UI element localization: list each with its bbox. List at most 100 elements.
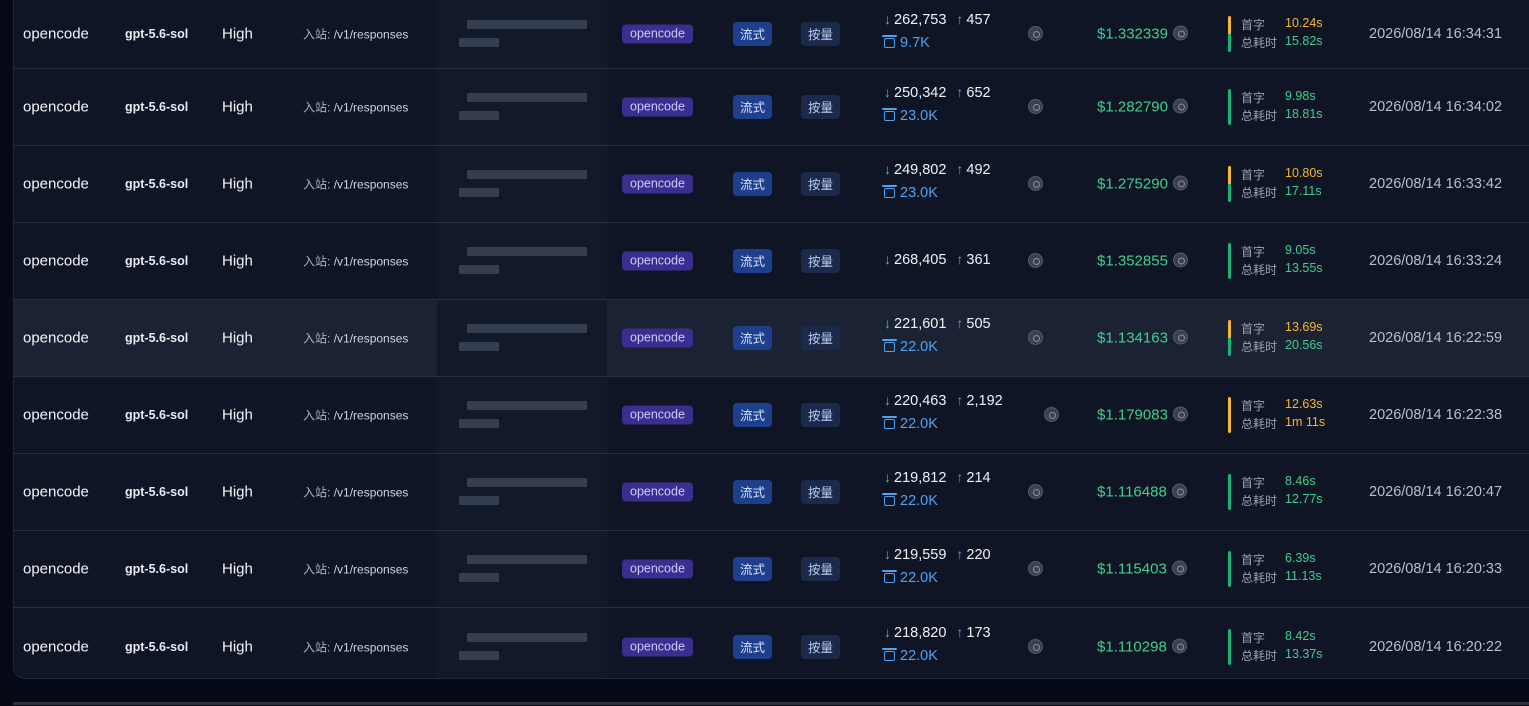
redacted-key [437, 608, 607, 678]
endpoint-prefix: 入站: [303, 177, 331, 192]
redacted-key [437, 0, 607, 68]
table-row[interactable]: opencode gpt-5.6-sol High 入站: /v1/respon… [14, 223, 1529, 300]
timing: 首字 8.42s 总耗时 13.37s [1228, 628, 1348, 665]
timing: 首字 8.46s 总耗时 12.77s [1228, 474, 1348, 510]
table-row[interactable]: opencode gpt-5.6-sol High 入站: /v1/respon… [14, 300, 1529, 377]
cost-info-icon[interactable] [1172, 406, 1188, 422]
input-tokens: 221,601 [894, 316, 947, 332]
token-usage: ↓ 268,405 ↑ 361 [884, 238, 1044, 284]
token-info-icon[interactable] [1044, 407, 1059, 422]
cost: $1.115403 [1097, 560, 1187, 578]
stream-badge: 流式 [733, 403, 773, 427]
timing-bar [1228, 166, 1231, 202]
reasoning-effort: High [222, 175, 253, 193]
cost-value: $1.116488 [1097, 483, 1167, 501]
stream-badge: 流式 [733, 557, 773, 581]
redacted-key [437, 377, 607, 453]
cost-info-icon[interactable] [1172, 175, 1188, 191]
token-info-icon[interactable] [1028, 561, 1043, 576]
agent-badge: opencode [622, 97, 693, 117]
agent-badge: opencode [622, 405, 693, 425]
model-name: gpt-5.6-sol [125, 485, 189, 499]
timing-bar [1228, 551, 1231, 587]
token-info-icon[interactable] [1028, 253, 1043, 268]
token-info-icon[interactable] [1028, 638, 1043, 654]
arrow-down-icon: ↓ [884, 315, 891, 331]
agent-badge: opencode [622, 637, 693, 656]
timestamp: 2026/08/14 16:20:47 [1369, 484, 1503, 500]
cache-tokens: 22.0K [900, 493, 938, 509]
cache-tokens: 22.0K [900, 339, 938, 355]
timing-bar [1228, 320, 1231, 356]
first-token-value: 13.69s [1285, 320, 1323, 334]
cost-value: $1.134163 [1097, 329, 1168, 347]
total-time-value: 1m 11s [1285, 415, 1326, 429]
token-info-icon[interactable] [1028, 484, 1043, 499]
table-row[interactable]: opencode gpt-5.6-sol High 入站: /v1/respon… [14, 146, 1529, 223]
client-name: opencode [23, 175, 89, 193]
cost-info-icon[interactable] [1171, 483, 1187, 499]
first-token-label: 首字 [1241, 476, 1266, 490]
table-row[interactable]: opencode gpt-5.6-sol High 入站: /v1/respon… [14, 454, 1529, 531]
model-name: gpt-5.6-sol [125, 639, 189, 654]
table-row[interactable]: opencode gpt-5.6-sol High 入站: /v1/respon… [14, 608, 1529, 678]
agent-badge: opencode [622, 559, 693, 579]
total-time-label: 总耗时 [1241, 494, 1278, 508]
output-tokens: 492 [966, 162, 991, 178]
table-row[interactable]: opencode gpt-5.6-sol High 入站: /v1/respon… [14, 531, 1529, 608]
client-name: opencode [23, 406, 89, 424]
cost: $1.179083 [1097, 406, 1188, 424]
first-token-label: 首字 [1241, 18, 1266, 32]
cache-tokens-line: 23.0K [882, 108, 938, 124]
client-name: opencode [23, 638, 89, 655]
first-token-label: 首字 [1241, 168, 1266, 182]
client-name: opencode [23, 25, 89, 43]
cost-info-icon[interactable] [1171, 560, 1187, 576]
endpoint-prefix: 入站: [303, 562, 331, 577]
timing: 首字 9.98s 总耗时 18.81s [1228, 89, 1348, 125]
cost-info-icon[interactable] [1171, 638, 1187, 653]
reasoning-effort: High [222, 25, 253, 43]
cost-info-icon[interactable] [1172, 329, 1188, 345]
cost-info-icon[interactable] [1172, 98, 1188, 114]
table-row[interactable]: opencode gpt-5.6-sol High 入站: /v1/respon… [14, 0, 1529, 69]
token-info-icon[interactable] [1028, 26, 1043, 41]
token-info-icon[interactable] [1028, 176, 1043, 191]
cache-icon [882, 339, 897, 352]
token-usage: ↓ 220,463 ↑ 2,192 22.0K [882, 392, 1059, 438]
arrow-down-icon: ↓ [884, 11, 891, 27]
cost-info-icon[interactable] [1172, 25, 1188, 41]
model-name: gpt-5.6-sol [125, 177, 189, 191]
endpoint-prefix: 入站: [303, 100, 331, 115]
total-time-value: 18.81s [1285, 107, 1323, 121]
cache-tokens-line: 22.0K [882, 493, 938, 509]
cache-icon [882, 493, 897, 506]
arrow-up-icon: ↑ [956, 11, 964, 27]
first-token-label: 首字 [1241, 91, 1266, 105]
input-tokens: 218,820 [894, 624, 947, 641]
billing-badge: 按量 [801, 326, 841, 350]
cache-tokens: 23.0K [900, 108, 938, 124]
horizontal-scrollbar[interactable] [13, 702, 1529, 705]
first-token-value: 10.80s [1285, 166, 1323, 180]
endpoint-path: /v1/responses [333, 331, 409, 346]
table-row[interactable]: opencode gpt-5.6-sol High 入站: /v1/respon… [14, 69, 1529, 146]
output-tokens: 2,192 [966, 393, 1003, 409]
endpoint-path: /v1/responses [333, 27, 409, 42]
token-usage: ↓ 262,753 ↑ 457 9.7K [882, 11, 1044, 57]
endpoint: 入站: /v1/responses [303, 407, 408, 424]
token-info-icon[interactable] [1028, 330, 1043, 345]
endpoint-path: /v1/responses [333, 100, 409, 115]
endpoint: 入站: /v1/responses [303, 26, 408, 43]
cost-value: $1.332339 [1097, 25, 1168, 43]
billing-badge: 按量 [801, 172, 841, 196]
token-usage: ↓ 219,812 ↑ 214 22.0K [882, 469, 1044, 515]
input-tokens: 219,812 [894, 470, 947, 486]
cache-tokens-line: 22.0K [882, 647, 938, 664]
token-info-icon[interactable] [1028, 99, 1043, 114]
cost-info-icon[interactable] [1172, 252, 1188, 268]
cache-tokens-line: 9.7K [882, 35, 930, 51]
timestamp: 2026/08/14 16:33:24 [1369, 253, 1503, 269]
cache-icon [882, 416, 897, 429]
table-row[interactable]: opencode gpt-5.6-sol High 入站: /v1/respon… [14, 377, 1529, 454]
